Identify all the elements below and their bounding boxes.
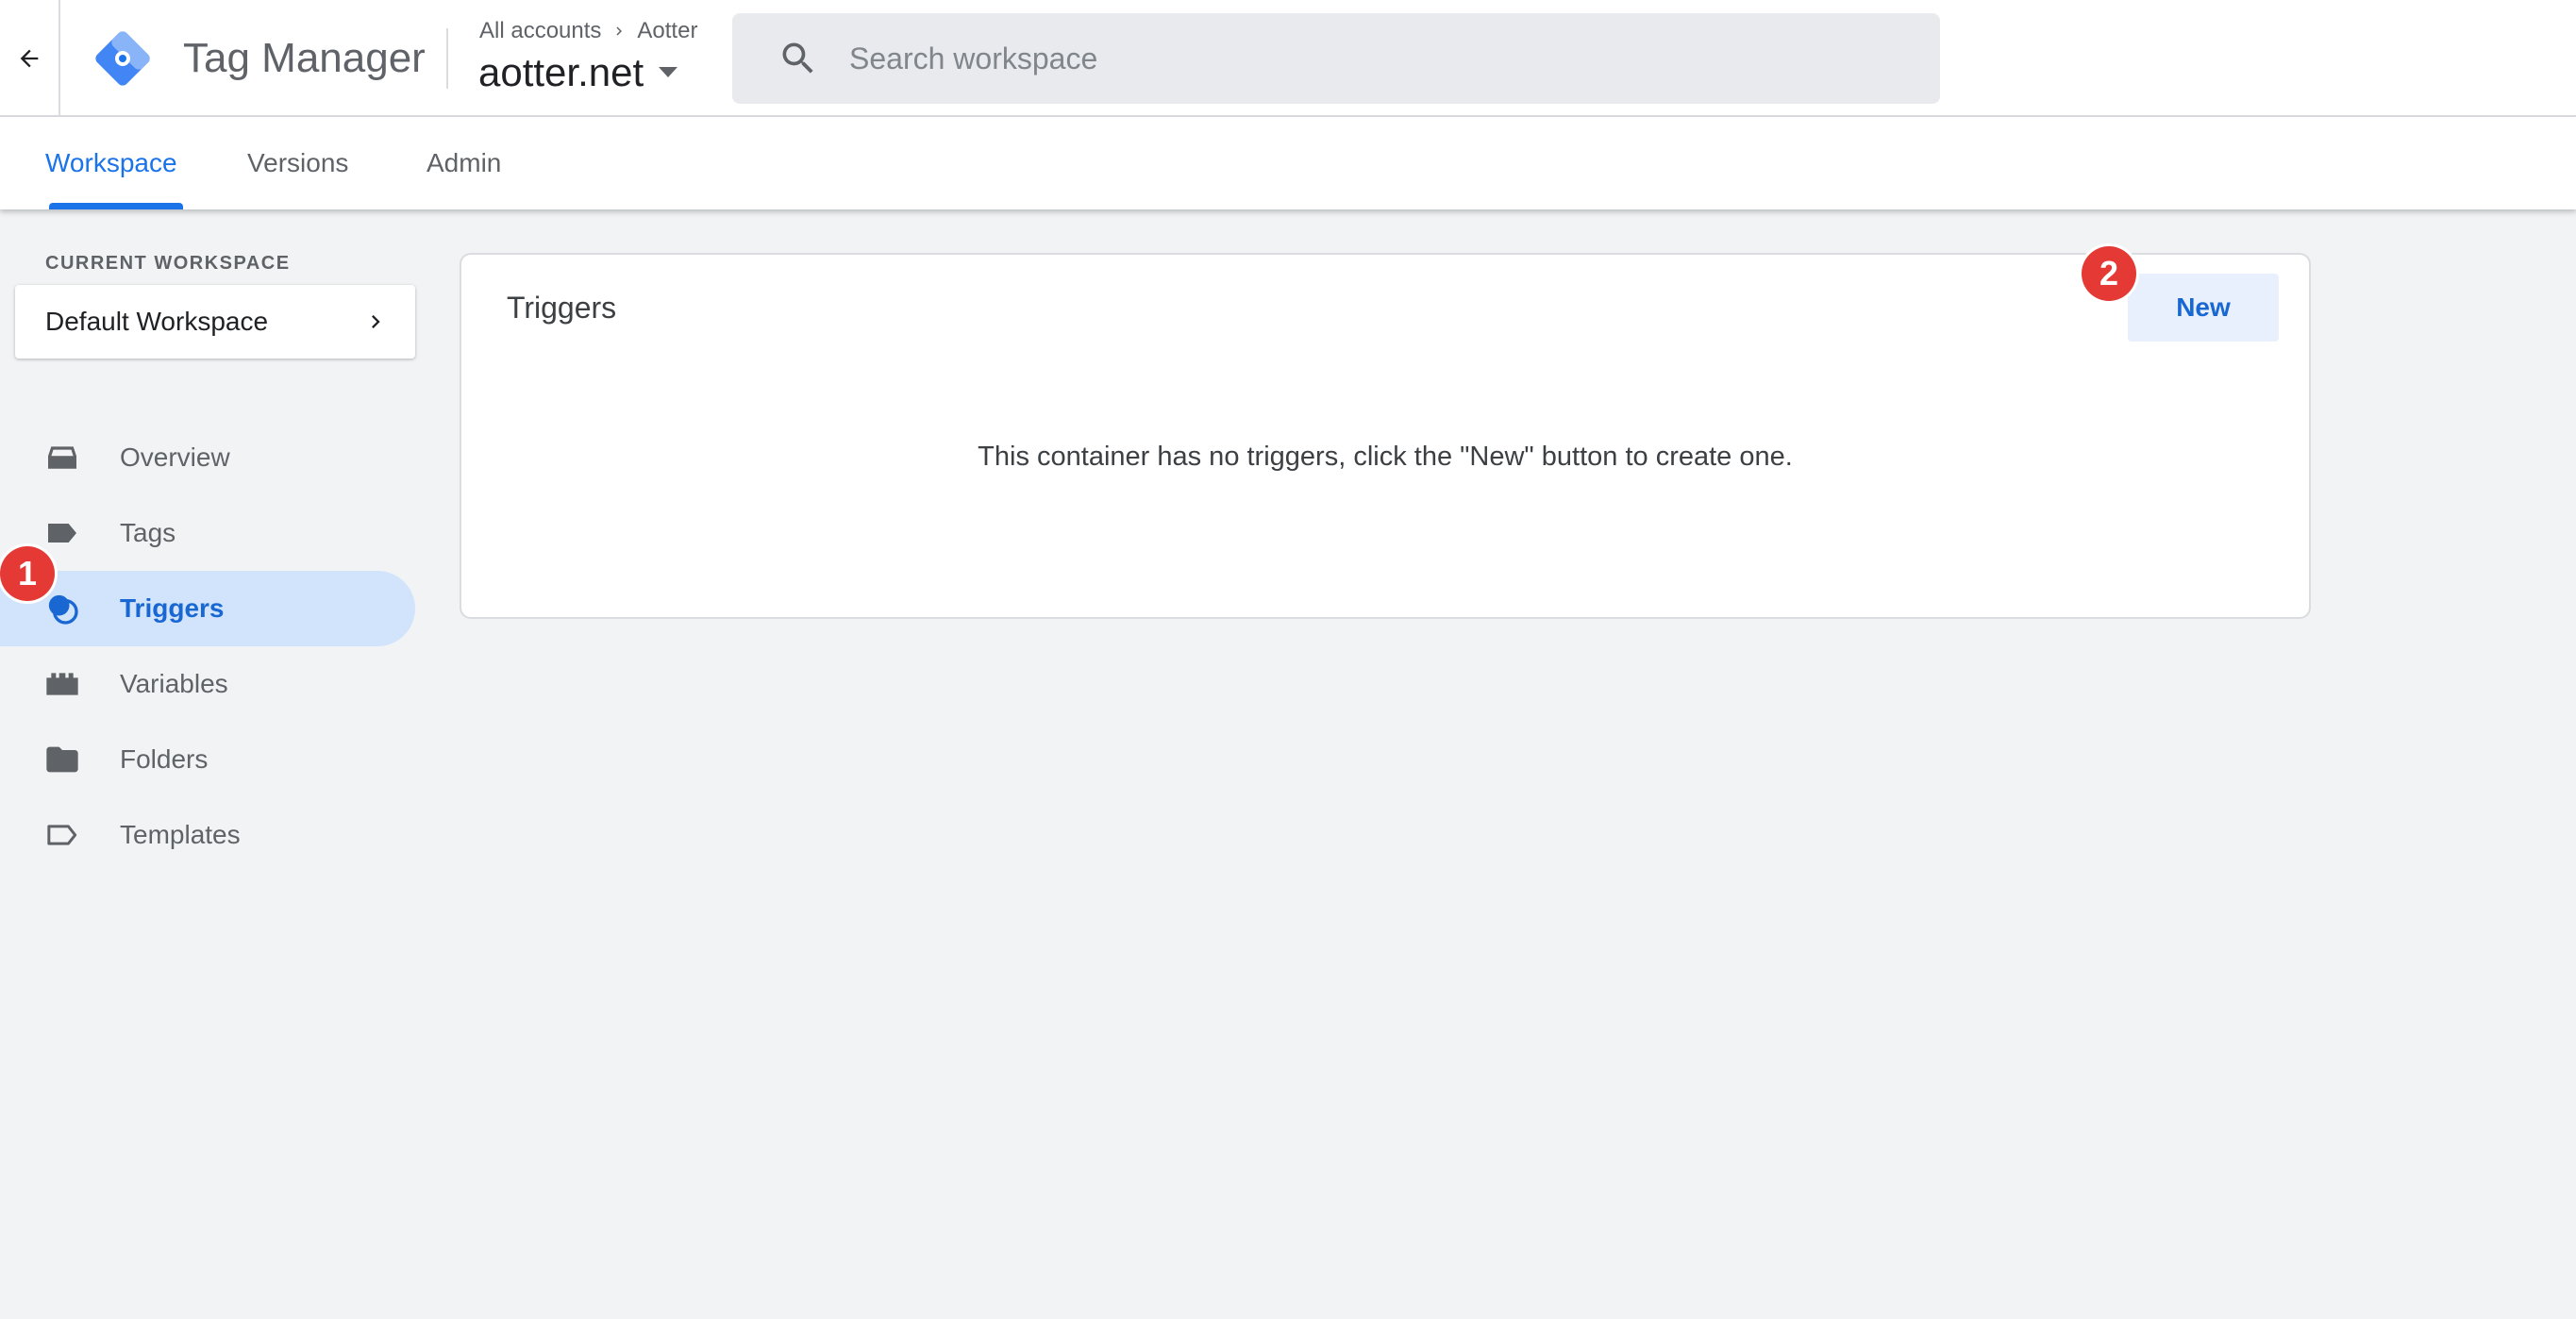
annotation-badge-1: 1 bbox=[0, 546, 55, 601]
tab-bar: Workspace Versions Admin bbox=[0, 117, 2576, 209]
sidebar-item-overview[interactable]: Overview bbox=[0, 420, 415, 495]
active-tab-indicator bbox=[49, 203, 183, 209]
app-header: Tag Manager All accounts Aotter aotter.n… bbox=[0, 0, 2576, 117]
breadcrumb: All accounts Aotter bbox=[479, 17, 697, 45]
tab-admin[interactable]: Admin bbox=[427, 117, 501, 209]
chevron-right-icon bbox=[372, 315, 380, 328]
triggers-card: Triggers New This container has no trigg… bbox=[460, 253, 2311, 619]
arrow-back-icon bbox=[20, 49, 39, 68]
sidebar-item-tags[interactable]: Tags bbox=[0, 495, 415, 571]
variables-icon bbox=[43, 665, 81, 703]
current-workspace-label: CURRENT WORKSPACE bbox=[45, 253, 291, 274]
tab-workspace[interactable]: Workspace bbox=[45, 117, 177, 209]
sidebar-item-label: Variables bbox=[120, 669, 228, 698]
breadcrumb-all-accounts[interactable]: All accounts bbox=[479, 17, 601, 45]
container-selector[interactable]: aotter.net bbox=[478, 49, 678, 96]
search-icon bbox=[778, 38, 819, 79]
sidebar-item-label: Templates bbox=[120, 820, 241, 849]
breadcrumb-account[interactable]: Aotter bbox=[637, 17, 697, 45]
sidebar-item-label: Tags bbox=[120, 518, 176, 547]
chevron-right-icon bbox=[611, 23, 627, 40]
workspace-name: Default Workspace bbox=[45, 307, 269, 336]
tag-icon bbox=[43, 514, 81, 552]
container-name: aotter.net bbox=[478, 50, 644, 94]
tag-manager-logo bbox=[95, 31, 150, 86]
sidebar-nav: Overview Tags Triggers Variables Folders… bbox=[0, 420, 415, 873]
trigger-icon bbox=[43, 590, 81, 627]
sidebar-item-templates[interactable]: Templates bbox=[0, 797, 415, 873]
product-name: Tag Manager bbox=[183, 35, 426, 81]
sidebar-item-variables[interactable]: Variables bbox=[0, 646, 415, 722]
template-icon bbox=[43, 816, 81, 854]
empty-state-message: This container has no triggers, click th… bbox=[978, 442, 1793, 472]
tab-versions[interactable]: Versions bbox=[247, 117, 348, 209]
new-trigger-button[interactable]: New bbox=[2128, 274, 2279, 342]
search-bar[interactable] bbox=[732, 13, 1940, 104]
annotation-badge-2: 2 bbox=[2082, 246, 2136, 301]
header-divider bbox=[446, 28, 448, 89]
folder-icon bbox=[43, 741, 81, 778]
sidebar-item-label: Triggers bbox=[120, 593, 225, 623]
sidebar-item-folders[interactable]: Folders bbox=[0, 722, 415, 797]
overview-icon bbox=[43, 439, 81, 476]
caret-down-icon bbox=[659, 67, 678, 77]
sidebar-item-triggers[interactable]: Triggers bbox=[0, 571, 415, 646]
sidebar-item-label: Overview bbox=[120, 442, 230, 472]
sidebar-item-label: Folders bbox=[120, 744, 209, 774]
back-button[interactable] bbox=[0, 0, 60, 117]
search-input[interactable] bbox=[849, 30, 1940, 87]
workspace-selector[interactable]: Default Workspace bbox=[15, 285, 415, 359]
card-title: Triggers bbox=[507, 291, 617, 325]
